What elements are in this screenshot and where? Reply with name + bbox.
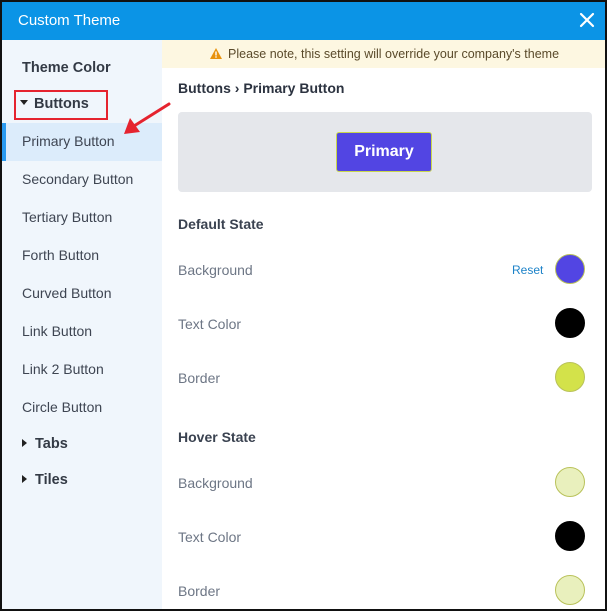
default-border-swatch[interactable] <box>555 362 585 392</box>
hover-text-color-swatch[interactable] <box>555 521 585 551</box>
sidebar: Theme Color Buttons Primary Button Secon… <box>2 40 162 609</box>
sidebar-item-forth-button[interactable]: Forth Button <box>2 237 162 275</box>
main-panel: Buttons › Primary Button Primary Default… <box>162 68 605 609</box>
default-background-swatch[interactable] <box>555 254 585 284</box>
sidebar-group-tiles[interactable]: Tiles <box>22 472 68 488</box>
sidebar-item-curved-button[interactable]: Curved Button <box>2 275 162 313</box>
sidebar-group-label: Tiles <box>35 472 68 488</box>
warning-icon <box>210 48 222 62</box>
sidebar-group-tabs[interactable]: Tabs <box>22 436 68 452</box>
button-preview-area: Primary <box>178 112 592 192</box>
close-icon[interactable] <box>577 10 597 30</box>
sidebar-item-label: Link 2 Button <box>22 361 104 377</box>
sidebar-group-buttons[interactable]: Buttons <box>20 96 89 112</box>
sidebar-heading: Theme Color <box>22 60 111 76</box>
sidebar-item-label: Circle Button <box>22 399 103 415</box>
default-text-color-label: Text Color <box>178 316 242 332</box>
override-notice: Please note, this setting will override … <box>162 40 605 68</box>
hover-border-swatch[interactable] <box>555 575 585 605</box>
hover-background-swatch[interactable] <box>555 467 585 497</box>
caret-down-icon <box>20 99 28 105</box>
reset-link[interactable]: Reset <box>512 263 543 277</box>
sidebar-item-label: Secondary Button <box>22 171 134 187</box>
sidebar-group-label: Buttons <box>34 96 89 112</box>
sidebar-item-tertiary-button[interactable]: Tertiary Button <box>2 199 162 237</box>
sidebar-item-secondary-button[interactable]: Secondary Button <box>2 161 162 199</box>
default-text-color-swatch[interactable] <box>555 308 585 338</box>
sidebar-item-label: Tertiary Button <box>22 209 113 225</box>
default-border-label: Border <box>178 370 221 386</box>
sidebar-item-primary-button[interactable]: Primary Button <box>2 123 162 161</box>
titlebar: Custom Theme <box>2 2 605 40</box>
hover-border-label: Border <box>178 583 221 599</box>
sidebar-group-label: Tabs <box>35 436 68 452</box>
sidebar-item-link-button[interactable]: Link Button <box>2 313 162 351</box>
sidebar-item-label: Primary Button <box>22 133 115 149</box>
default-background-label: Background <box>178 262 253 278</box>
sidebar-item-label: Curved Button <box>22 285 112 301</box>
caret-right-icon <box>22 475 27 484</box>
caret-right-icon <box>22 439 27 448</box>
sidebar-item-link-2-button[interactable]: Link 2 Button <box>2 351 162 389</box>
hover-state-heading: Hover State <box>178 429 256 445</box>
hover-background-label: Background <box>178 475 253 491</box>
sidebar-item-circle-button[interactable]: Circle Button <box>2 389 162 427</box>
notice-text: Please note, this setting will override … <box>228 47 560 61</box>
sidebar-item-label: Forth Button <box>22 247 100 263</box>
breadcrumb: Buttons › Primary Button <box>178 80 345 96</box>
preview-primary-button[interactable]: Primary <box>336 132 432 172</box>
default-state-heading: Default State <box>178 216 264 232</box>
dialog-title: Custom Theme <box>18 12 121 29</box>
hover-text-color-label: Text Color <box>178 529 242 545</box>
custom-theme-dialog: Custom Theme Theme Color Buttons Primary… <box>0 0 607 611</box>
sidebar-item-label: Link Button <box>22 323 93 339</box>
